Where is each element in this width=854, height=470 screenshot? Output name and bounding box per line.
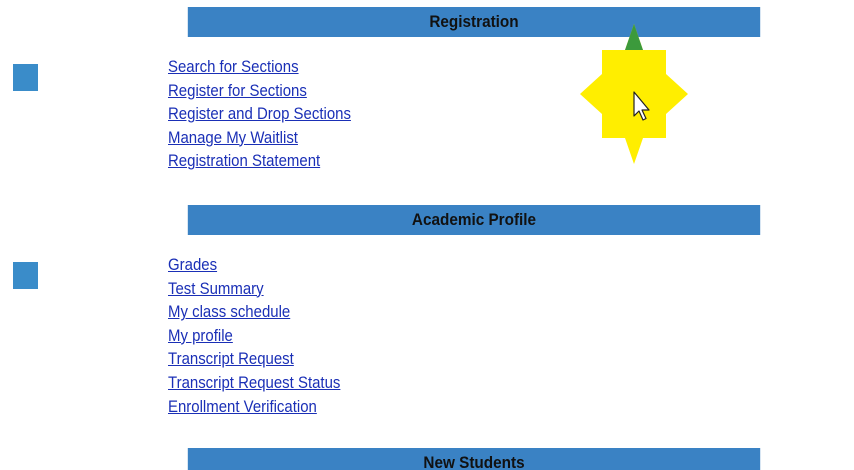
academic-profile-header: Academic Profile bbox=[187, 205, 761, 235]
transcript-request-link[interactable]: Transcript Request bbox=[168, 347, 294, 371]
grades-link[interactable]: Grades bbox=[168, 253, 217, 277]
registration-statement-link[interactable]: Registration Statement bbox=[168, 149, 320, 173]
new-students-header: New Students bbox=[187, 448, 761, 470]
transcript-request-status-link[interactable]: Transcript Request Status bbox=[168, 371, 340, 395]
register-and-drop-sections-link[interactable]: Register and Drop Sections bbox=[168, 102, 351, 126]
enrollment-verification-link[interactable]: Enrollment Verification bbox=[168, 395, 317, 419]
search-for-sections-link[interactable]: Search for Sections bbox=[168, 55, 299, 79]
manage-my-waitlist-link[interactable]: Manage My Waitlist bbox=[168, 126, 298, 150]
cursor-highlight-star-icon bbox=[580, 24, 688, 164]
academic-profile-square-icon bbox=[13, 262, 38, 289]
registration-square-icon bbox=[13, 64, 38, 91]
academic-profile-links: Grades Test Summary My class schedule My… bbox=[168, 253, 364, 418]
register-for-sections-link[interactable]: Register for Sections bbox=[168, 79, 307, 103]
my-class-schedule-link[interactable]: My class schedule bbox=[168, 300, 290, 324]
test-summary-link[interactable]: Test Summary bbox=[168, 277, 264, 301]
my-profile-link[interactable]: My profile bbox=[168, 324, 233, 348]
registration-links: Search for Sections Register for Section… bbox=[168, 55, 376, 173]
page: Registration Search for Sections Registe… bbox=[0, 0, 854, 470]
